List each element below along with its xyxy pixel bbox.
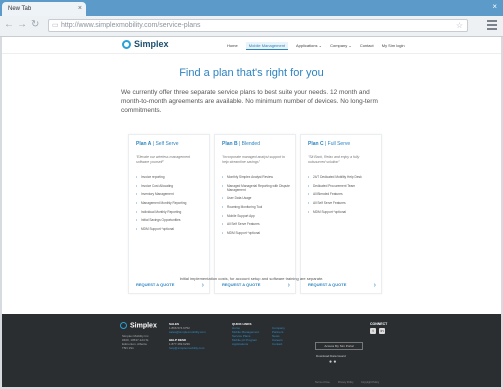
portal-button[interactable]: Access My Sim Portal [315,342,363,350]
list-item: Mobile Support App [222,214,292,218]
nav-contact[interactable]: Contact [360,43,374,48]
logo-icon [120,322,127,329]
list-item: MDM Support *optional [222,231,292,235]
nav-home[interactable]: Home [227,43,238,48]
plan-card-b: Plan B | Blended "Incorporate managed an… [214,134,296,294]
twitter-icon[interactable]: t [370,328,376,334]
footnote: Initial implementation costs, for accoun… [179,276,324,281]
quick-links-2: Company Partners News Careers Contact [272,326,285,346]
footer-address: Simplex Mobility Inc. #400, 10537-124 St.… [122,334,150,350]
list-item: User Data Usage [222,196,292,200]
list-item: Dedicated Procurement Team [308,184,378,188]
plan-description: "Sit Back, Relax and enjoy a fully outso… [308,155,360,164]
tab-strip: New Tab × × [0,0,503,16]
request-quote-link[interactable]: REQUEST A QUOTE [222,282,260,287]
nav-company[interactable]: Company ⌄ [330,43,352,48]
main-nav: Home Mobile Management Applications ⌄ Co… [227,42,412,50]
footer-logo[interactable]: Simplex [120,322,157,329]
list-item: Monthly Simplex Analyst Review [222,175,292,179]
chevron-right-icon[interactable]: › [374,282,376,289]
plan-features: 24/7 Dedicated Mobility Help Desk Dedica… [308,175,378,218]
list-item: Managed Managerial Reporting with Disput… [222,184,292,192]
nav-applications[interactable]: Applications ⌄ [296,43,322,48]
request-quote-link[interactable]: REQUEST A QUOTE [308,282,346,287]
site-logo[interactable]: Simplex [122,39,169,50]
footer-link[interactable]: Contact [272,342,285,346]
linkedin-icon[interactable]: in [379,328,385,334]
site-header: Simplex Home Mobile Management Applicati… [2,37,501,54]
android-icon[interactable]: ● [329,359,332,365]
help-email-link[interactable]: help@simplexmobility.com [169,346,206,350]
list-item: MDM Support *optional [136,227,206,231]
star-icon[interactable]: ☆ [456,20,463,32]
app-store-icons: ● ● [329,359,336,365]
forward-icon[interactable]: → [17,19,27,30]
list-item: 24/7 Dedicated Mobility Help Desk [308,175,378,179]
plan-features: Invoice reporting Invoice Cost Allocatin… [136,175,206,236]
footer-link[interactable]: Privacy Policy [338,381,354,384]
window-close-icon[interactable]: × [492,2,497,11]
footer-link[interactable]: Copyright Policy [361,381,379,384]
browser-tab[interactable]: New Tab × [2,2,86,16]
footer-link[interactable]: Terms of Use [315,381,330,384]
plan-features: Monthly Simplex Analyst Review Managed M… [222,175,292,240]
request-quote-link[interactable]: REQUEST A QUOTE [136,282,174,287]
apple-icon[interactable]: ● [333,359,336,365]
plan-title: Plan C | Full Serve [308,141,351,147]
plan-description: "Elevate our wireless management softwar… [136,155,190,164]
page-title: Find a plan that's right for you [179,67,324,79]
list-item: Initial Savings Opportunities [136,218,206,222]
connect-heading: CONNECT [370,322,388,326]
list-item: MDM Support *optional [308,210,378,214]
reload-icon[interactable]: ↻ [31,19,39,30]
tab-close-icon[interactable]: × [78,2,82,16]
list-item: All Blended Features [308,192,378,196]
page-icon: ▭ [52,22,59,29]
chevron-right-icon[interactable]: › [202,282,204,289]
footer-bottom: Terms of Use Privacy Policy Copyright Po… [2,381,501,387]
site-footer: Simplex Simplex Mobility Inc. #400, 10537… [2,314,501,387]
plan-card-c: Plan C | Full Serve "Sit Back, Relax and… [300,134,382,294]
download-label: Download Data Guard [316,354,346,358]
quick-links: QUICK LINKS Home Mobile Management Servi… [232,322,259,346]
url-text: http://www.simplexmobility.com/service-p… [61,22,201,29]
back-icon[interactable]: ← [4,19,14,30]
browser-toolbar: ← → ↻ ▭ http://www.simplexmobility.com/s… [0,16,503,37]
address-bar[interactable]: ▭ http://www.simplexmobility.com/service… [48,19,468,32]
footer-contact: SALES 1.866.574.6752 sales@simplexmobili… [169,322,206,350]
nav-mobile-management[interactable]: Mobile Management [245,42,289,50]
logo-icon [122,40,131,50]
nav-login[interactable]: My Sim login [382,43,405,48]
web-page: Simplex Home Mobile Management Applicati… [2,37,501,387]
list-item: Individual Monthly Reporting [136,210,206,214]
list-item: Roaming Monitoring Tool [222,205,292,209]
plan-card-a: Plan A | Self Serve "Elevate our wireles… [128,134,210,294]
plan-description: "Incorporate managed analyst support to … [222,155,286,164]
list-item: Inventory Management [136,192,206,196]
chevron-right-icon[interactable]: › [288,282,290,289]
intro-text: We currently offer three separate servic… [121,89,378,114]
sales-email-link[interactable]: sales@simplexmobility.com [169,330,206,334]
list-item: All Self Serve Features [222,222,292,226]
menu-icon[interactable] [487,20,497,32]
tab-title: New Tab [8,6,32,12]
list-item: Invoice Cost Allocating [136,184,206,188]
footer-link[interactable]: Applications [232,342,259,346]
list-item: Management Monthly Reporting [136,201,206,205]
list-item: Invoice reporting [136,175,206,179]
plan-title: Plan A | Self Serve [136,141,179,147]
plan-title: Plan B | Blended [222,141,260,147]
list-item: All Self Serve Features [308,201,378,205]
browser-window: New Tab × × ← → ↻ ▭ http://www.simplexmo… [0,0,503,389]
